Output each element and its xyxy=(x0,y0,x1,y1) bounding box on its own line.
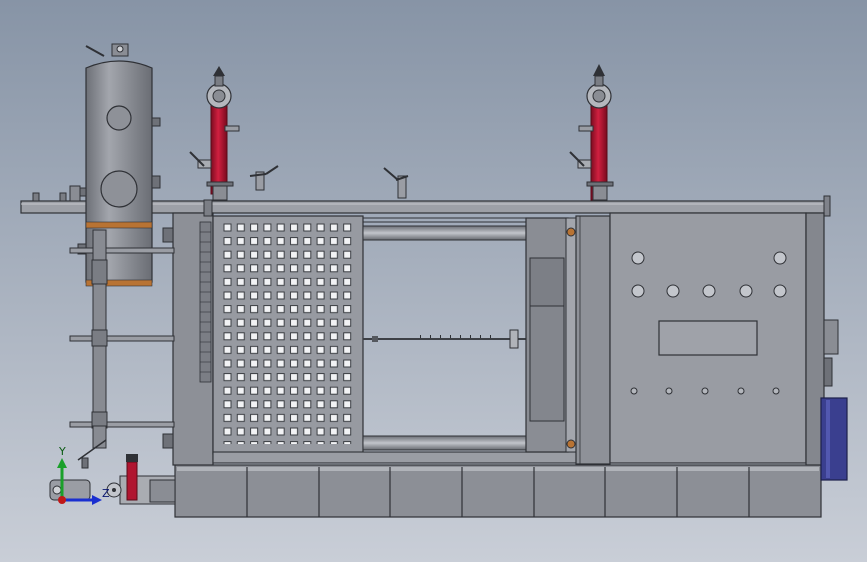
hydraulic-motor xyxy=(820,397,848,481)
tank-sight-glass-lower xyxy=(100,170,138,208)
triad-y-label: Y xyxy=(58,445,66,458)
lower-tie-rod xyxy=(362,435,527,451)
model-canvas[interactable]: Y Z xyxy=(0,0,867,562)
moving-platen[interactable] xyxy=(525,215,611,465)
upper-tie-rod xyxy=(362,225,527,241)
base-frame[interactable] xyxy=(174,464,822,518)
cad-viewport[interactable]: Y Z xyxy=(0,0,867,562)
bottom-rail xyxy=(212,451,591,464)
tank-sight-glass-upper xyxy=(106,105,132,131)
triad-z-label: Z xyxy=(102,487,110,500)
perforated-mould-panel[interactable] xyxy=(212,215,364,455)
control-cabinet[interactable] xyxy=(609,212,848,481)
cabinet-display xyxy=(658,320,758,356)
